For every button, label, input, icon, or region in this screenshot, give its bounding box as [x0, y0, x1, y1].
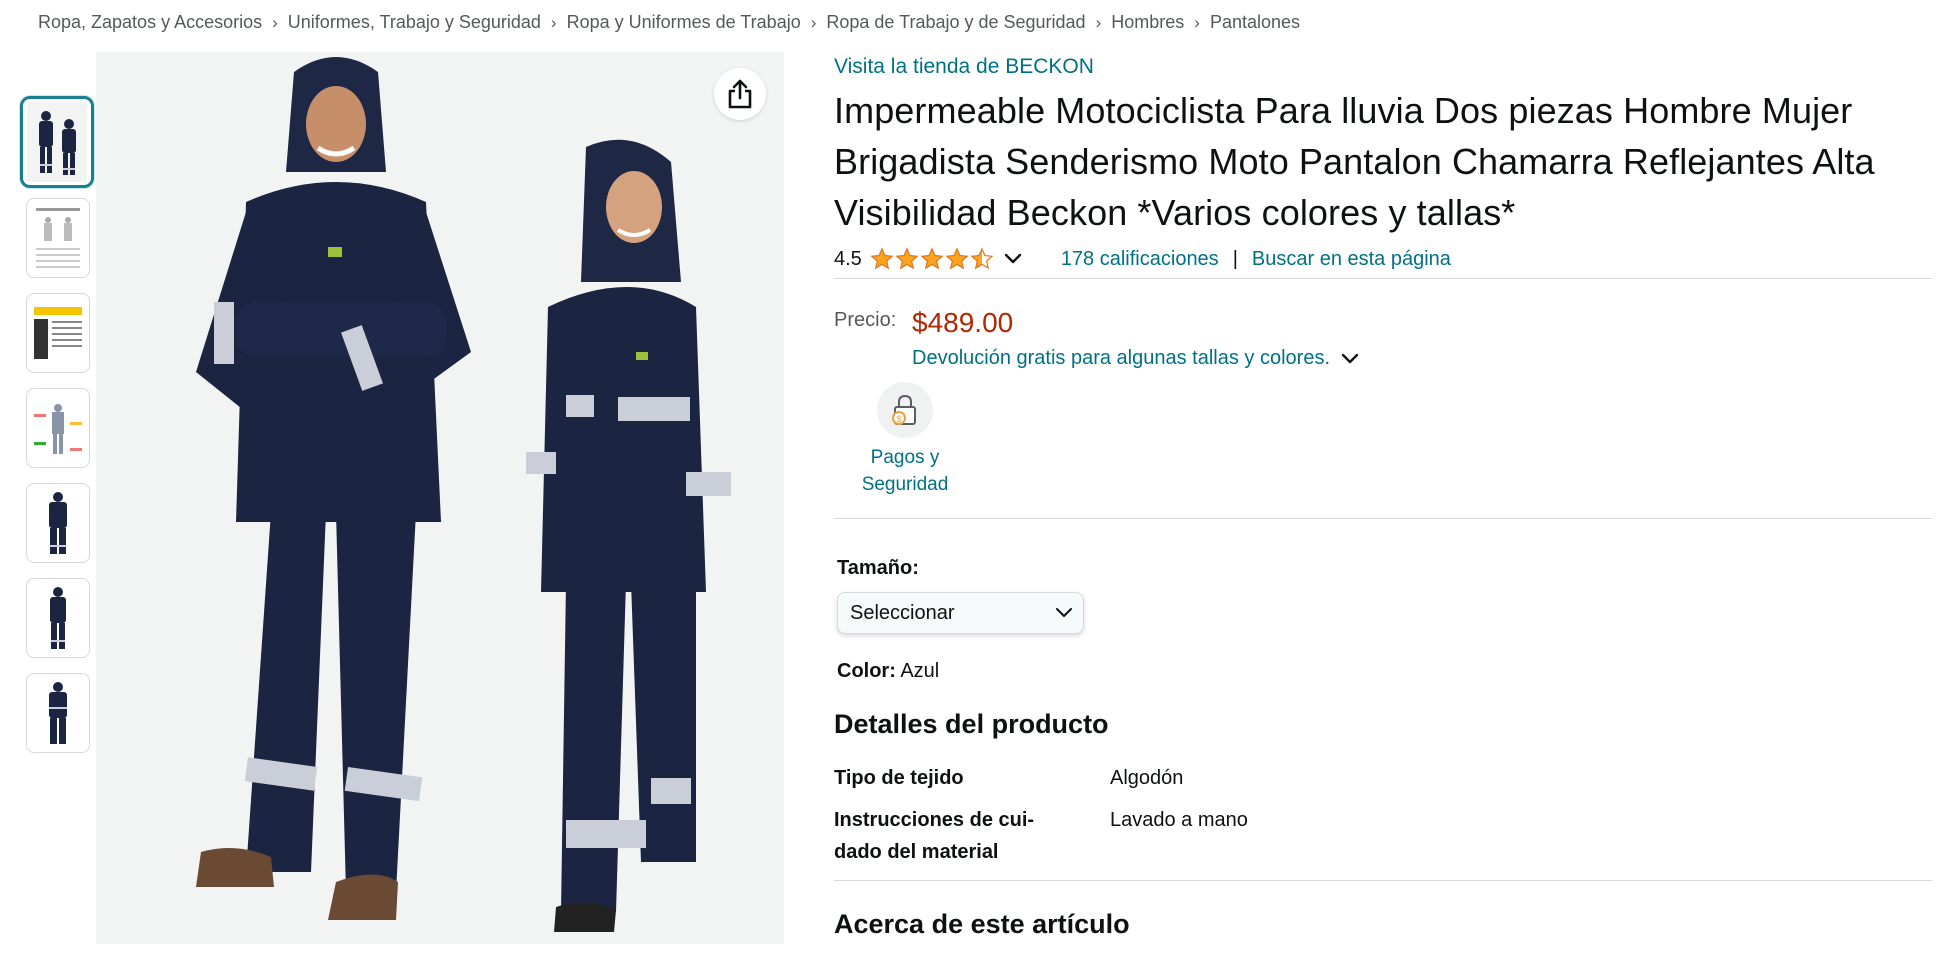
main-product-image[interactable] [96, 52, 784, 944]
breadcrumb-item-hombres[interactable]: Hombres [1111, 12, 1184, 33]
size-select[interactable]: Seleccionar [837, 592, 1084, 634]
price-label: Precio: [834, 309, 897, 331]
share-icon [728, 79, 752, 109]
details-key: Instrucciones de cui- dado del material [834, 809, 1035, 863]
product-info-panel: Visita la tienda de BECKON Impermeable M… [834, 52, 1932, 940]
divider [834, 880, 1932, 881]
thumbnail-7[interactable] [26, 673, 90, 753]
rating-dropdown-toggle[interactable] [1003, 252, 1023, 266]
features-infographic-thumbnail [30, 392, 86, 464]
breadcrumb: Ropa, Zapatos y Accesorios › Uniformes, … [38, 12, 1300, 33]
chevron-down-icon [1341, 353, 1359, 363]
man-raincoat-thumbnail [49, 492, 67, 554]
thumbnail-3[interactable] [26, 293, 90, 373]
breadcrumb-item-ropa-zapatos[interactable]: Ropa, Zapatos y Accesorios [38, 12, 262, 33]
details-row: Tipo de tejido Algodón [834, 762, 1932, 794]
breadcrumb-item-ropa-uniformes-trabajo[interactable]: Ropa y Uniformes de Trabajo [567, 12, 801, 33]
breadcrumb-separator: › [550, 12, 557, 32]
star-icon [870, 247, 894, 270]
star-icon [970, 247, 994, 270]
payments-security-badge[interactable]: $ Pagos y Seguridad [834, 382, 976, 498]
size-label: Tamaño: [837, 557, 919, 579]
color-value: Azul [900, 660, 940, 682]
thumbnail-6[interactable] [26, 578, 90, 658]
rating-separator: | [1232, 247, 1238, 270]
details-value: Algodón [1110, 767, 1184, 789]
star-icon [895, 247, 919, 270]
search-this-page-link[interactable]: Buscar en esta página [1252, 248, 1451, 271]
share-button[interactable] [714, 68, 766, 120]
breadcrumb-item-ropa-trabajo-seguridad[interactable]: Ropa de Trabajo y de Seguridad [826, 12, 1085, 33]
star-icon [945, 247, 969, 270]
star-icon [920, 247, 944, 270]
raincoat-back-thumbnail [49, 682, 67, 744]
breadcrumb-separator: › [810, 12, 817, 32]
breadcrumb-separator: › [1194, 12, 1200, 32]
thumbnail-2[interactable] [26, 198, 90, 278]
rating-value: 4.5 [834, 247, 862, 270]
about-item-heading: Acerca de este artículo [834, 909, 1130, 939]
rating-row: 4.5 178 calificaciones | Buscar en esta … [834, 244, 1932, 274]
svg-text:$: $ [896, 414, 901, 424]
product-title: Impermeable Motociclista Para lluvia Dos… [834, 90, 1875, 233]
free-return-link[interactable]: Devolución gratis para algunas tallas y … [912, 347, 1932, 370]
two-person-raincoat-thumbnail [27, 102, 87, 182]
thumbnail-5[interactable] [26, 483, 90, 563]
price-row: Precio: $489.00 [834, 307, 1932, 339]
details-key: Tipo de tejido [834, 767, 964, 789]
breadcrumb-item-pantalones[interactable]: Pantalones [1210, 12, 1300, 33]
product-details-table: Tipo de tejido Algodón Instrucciones de … [834, 762, 1932, 868]
chevron-down-icon [1056, 608, 1072, 617]
visit-store-link[interactable]: Visita la tienda de BECKON [834, 55, 1932, 79]
details-value: Lavado a mano [1110, 809, 1248, 831]
star-rating[interactable] [870, 247, 995, 271]
ratings-count-link[interactable]: 178 calificaciones [1061, 248, 1219, 271]
breadcrumb-separator: › [1095, 12, 1102, 32]
divider [834, 278, 1932, 279]
color-label: Color: [837, 660, 896, 682]
lock-shield-icon: $ [877, 382, 933, 438]
yellow-table-thumbnail [30, 297, 86, 369]
chevron-down-icon [1004, 253, 1022, 264]
size-chart-thumbnail [30, 202, 86, 274]
free-return-text: Devolución gratis para algunas tallas y … [912, 347, 1330, 369]
divider [834, 518, 1932, 519]
breadcrumb-item-uniformes[interactable]: Uniformes, Trabajo y Seguridad [288, 12, 541, 33]
size-select-value: Seleccionar [850, 601, 955, 624]
thumbnail-4[interactable] [26, 388, 90, 468]
payments-security-label: Pagos y Seguridad [861, 447, 949, 495]
woman-raincoat-thumbnail [50, 587, 66, 649]
price-value: $489.00 [912, 307, 1014, 338]
color-row: Color: Azul [837, 660, 1932, 683]
raincoat-models-illustration [96, 52, 784, 944]
thumbnail-1[interactable] [20, 96, 94, 188]
details-row: Instrucciones de cui- dado del material … [834, 804, 1932, 868]
thumbnail-strip [20, 96, 94, 768]
product-details-heading: Detalles del producto [834, 709, 1109, 739]
breadcrumb-separator: › [272, 12, 278, 32]
